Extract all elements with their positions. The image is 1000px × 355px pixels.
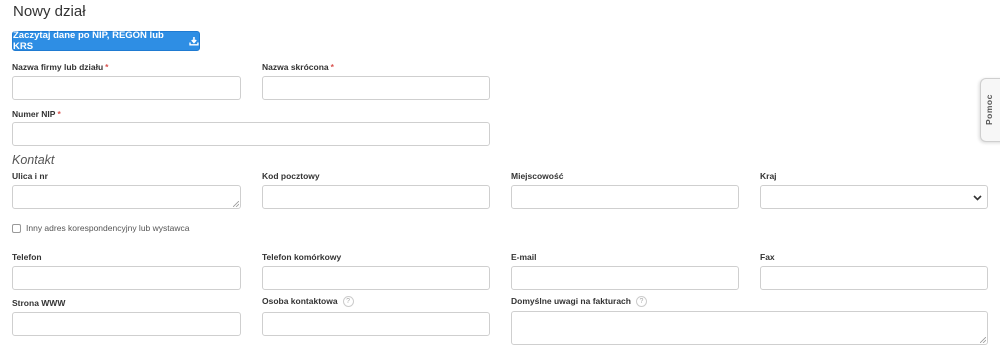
- fetch-button-label: Zaczytaj dane po NIP, REGON lub KRS: [13, 30, 164, 52]
- mobile-phone-input[interactable]: [262, 266, 490, 290]
- question-icon[interactable]: ?: [635, 296, 647, 308]
- required-mark: *: [105, 62, 109, 72]
- question-icon[interactable]: ?: [342, 296, 354, 308]
- page-title: Nowy dział: [13, 3, 86, 20]
- short-name-input[interactable]: [262, 76, 490, 100]
- nip-label: Numer NIP *: [12, 109, 61, 119]
- website-label: Strona WWW: [12, 298, 66, 308]
- download-icon: [189, 37, 199, 46]
- company-name-label: Nazwa firmy lub działu *: [12, 62, 109, 72]
- website-input[interactable]: [12, 312, 241, 336]
- fax-label: Fax: [760, 252, 775, 262]
- resize-grip-icon[interactable]: [980, 337, 986, 343]
- contact-person-label: Osoba kontaktowa?: [262, 296, 354, 308]
- street-label: Ulica i nr: [12, 171, 48, 181]
- contact-person-input[interactable]: [262, 312, 490, 336]
- city-label: Miejscowość: [511, 171, 564, 181]
- postal-code-input[interactable]: [262, 185, 490, 209]
- chevron-down-icon: [973, 195, 982, 201]
- street-textarea[interactable]: [12, 185, 241, 209]
- mobile-phone-label: Telefon komórkowy: [262, 252, 342, 262]
- country-label: Kraj: [760, 171, 777, 181]
- fax-input[interactable]: [760, 266, 988, 290]
- city-input[interactable]: [511, 185, 739, 209]
- phone-label: Telefon: [12, 252, 42, 262]
- email-input[interactable]: [511, 266, 739, 290]
- required-mark: *: [57, 109, 61, 119]
- invoice-notes-label: Domyślne uwagi na fakturach?: [511, 296, 647, 308]
- invoice-notes-textarea[interactable]: [511, 311, 988, 345]
- short-name-label: Nazwa skrócona *: [262, 62, 334, 72]
- postal-code-label: Kod pocztowy: [262, 171, 320, 181]
- company-name-input[interactable]: [12, 76, 241, 100]
- other-address-label[interactable]: Inny adres korespondencyjny lub wystawca: [26, 223, 189, 233]
- help-side-tab[interactable]: Pomoc: [980, 78, 1000, 142]
- required-mark: *: [330, 62, 334, 72]
- other-address-checkbox[interactable]: [12, 224, 21, 233]
- contact-section-title: Kontakt: [12, 153, 55, 167]
- country-select[interactable]: [760, 185, 988, 209]
- phone-input[interactable]: [12, 266, 241, 290]
- help-tab-label: Pomoc: [984, 94, 994, 125]
- email-label: E-mail: [511, 252, 537, 262]
- nip-input[interactable]: [12, 122, 490, 146]
- fetch-company-data-button[interactable]: Zaczytaj dane po NIP, REGON lub KRS: [12, 30, 200, 52]
- resize-grip-icon[interactable]: [233, 201, 239, 207]
